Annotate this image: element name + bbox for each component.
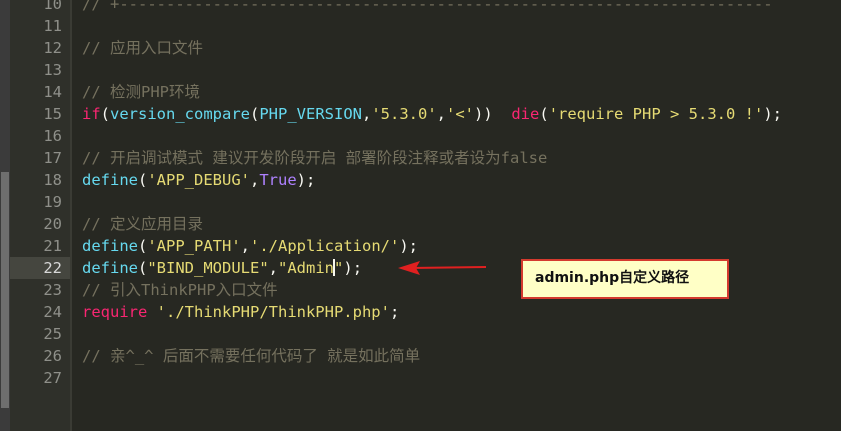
code-line[interactable]: 17 // 开启调试模式 建议开发阶段开启 部署阶段注释或者设为false xyxy=(0,147,841,169)
red-arrow xyxy=(398,261,487,275)
line-number: 12 xyxy=(43,39,62,57)
line-number: 22 xyxy=(43,259,62,277)
line-code[interactable]: require './ThinkPHP/ThinkPHP.php'; xyxy=(82,301,399,323)
code-line[interactable]: 25 xyxy=(0,323,841,345)
line-number: 27 xyxy=(43,369,62,387)
code-line[interactable]: 20 // 定义应用目录 xyxy=(0,213,841,235)
text-cursor xyxy=(333,259,336,276)
line-number: 10 xyxy=(43,0,62,13)
code-line[interactable]: 18 define('APP_DEBUG',True); xyxy=(0,169,841,191)
line-code[interactable]: // +------------------------------------… xyxy=(82,0,773,15)
line-code[interactable]: // 引入ThinkPHP入口文件 xyxy=(82,279,278,301)
line-code[interactable]: if(version_compare(PHP_VERSION,'5.3.0','… xyxy=(82,103,782,125)
code-line[interactable]: 26 // 亲^_^ 后面不需要任何代码了 就是如此简单 xyxy=(0,345,841,367)
line-number: 19 xyxy=(43,193,62,211)
code-line[interactable]: 21 define('APP_PATH','./Application/'); xyxy=(0,235,841,257)
code-line[interactable]: 19 xyxy=(0,191,841,213)
line-number: 14 xyxy=(43,83,62,101)
code-line[interactable]: 14 // 检测PHP环境 xyxy=(0,81,841,103)
code-line[interactable]: 16 xyxy=(0,125,841,147)
line-number: 26 xyxy=(43,347,62,365)
line-number: 21 xyxy=(43,237,62,255)
line-number: 18 xyxy=(43,171,62,189)
line-code[interactable]: // 应用入口文件 xyxy=(82,37,203,59)
line-number: 17 xyxy=(43,149,62,167)
line-number: 25 xyxy=(43,325,62,343)
code-line[interactable]: 27 xyxy=(0,367,841,389)
line-code[interactable]: // 亲^_^ 后面不需要任何代码了 就是如此简单 xyxy=(82,345,420,367)
line-number: 23 xyxy=(43,281,62,299)
line-code[interactable]: define("BIND_MODULE","Admin"); xyxy=(82,257,362,279)
line-code[interactable]: // 定义应用目录 xyxy=(82,213,203,235)
line-number: 24 xyxy=(43,303,62,321)
callout-text: admin.php自定义路径 xyxy=(535,270,690,286)
line-number: 13 xyxy=(43,61,62,79)
code-line[interactable]: 10 // +----------------------------------… xyxy=(0,0,841,15)
code-line[interactable]: 12 // 应用入口文件 xyxy=(0,37,841,59)
line-code[interactable]: // 检测PHP环境 xyxy=(82,81,200,103)
line-number: 20 xyxy=(43,215,62,233)
arrow-shaft xyxy=(409,266,487,269)
line-number: 16 xyxy=(43,127,62,145)
annotation-callout: admin.php自定义路径 xyxy=(521,259,729,299)
code-line[interactable]: 24 require './ThinkPHP/ThinkPHP.php'; xyxy=(0,301,841,323)
code-line[interactable]: 11 xyxy=(0,15,841,37)
line-code[interactable]: define('APP_PATH','./Application/'); xyxy=(82,235,418,257)
line-code[interactable]: // 开启调试模式 建议开发阶段开启 部署阶段注释或者设为false xyxy=(82,147,547,169)
code-line[interactable]: 15 if(version_compare(PHP_VERSION,'5.3.0'… xyxy=(0,103,841,125)
code-line[interactable]: 13 xyxy=(0,59,841,81)
line-number: 15 xyxy=(43,105,62,123)
line-number: 11 xyxy=(43,17,62,35)
line-code[interactable]: define('APP_DEBUG',True); xyxy=(82,169,315,191)
